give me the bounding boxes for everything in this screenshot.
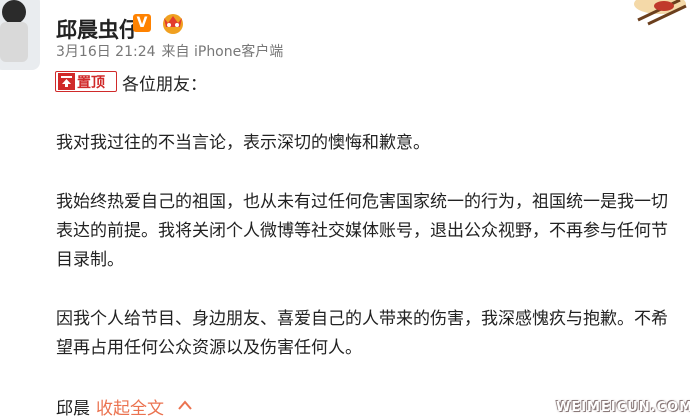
pinned-badge: 置顶 <box>55 71 117 92</box>
weibo-post: 邱晨虫仔 V 3月16日 21:24 来自 iPhone客户端 置顶 各位朋友： … <box>0 0 690 420</box>
post-time[interactable]: 3月16日 21:24 <box>56 44 156 60</box>
greeting: 各位朋友： <box>122 75 207 95</box>
vip-crown-icon <box>163 14 183 34</box>
watermark: WEIMEICUN.COM <box>556 400 690 415</box>
food-decoration-icon <box>634 0 687 26</box>
signature: 邱晨 <box>56 399 90 419</box>
post-paragraph: 我始终热爱自己的祖国，也从未有过任何危害国家统一的行为，祖国统一是我一切表达的前… <box>56 192 668 270</box>
post-paragraph: 我对我过往的不当言论，表示深切的懊悔和歉意。 <box>56 133 430 153</box>
post-paragraph: 因我个人给节目、身边朋友、喜爱自己的人带来的伤害，我深感愧疚与抱歉。不希望再占用… <box>56 309 668 358</box>
avatar[interactable] <box>0 0 40 70</box>
post-source: 来自 iPhone客户端 <box>161 44 284 60</box>
username[interactable]: 邱晨虫仔 <box>56 14 140 44</box>
pin-icon <box>58 73 75 90</box>
chevron-up-icon[interactable] <box>178 400 192 410</box>
verified-icon: V <box>133 14 151 32</box>
post-meta: 3月16日 21:24 来自 iPhone客户端 <box>56 41 289 61</box>
collapse-full-text-link[interactable]: 收起全文 <box>96 394 164 419</box>
pin-label: 置顶 <box>77 74 105 91</box>
